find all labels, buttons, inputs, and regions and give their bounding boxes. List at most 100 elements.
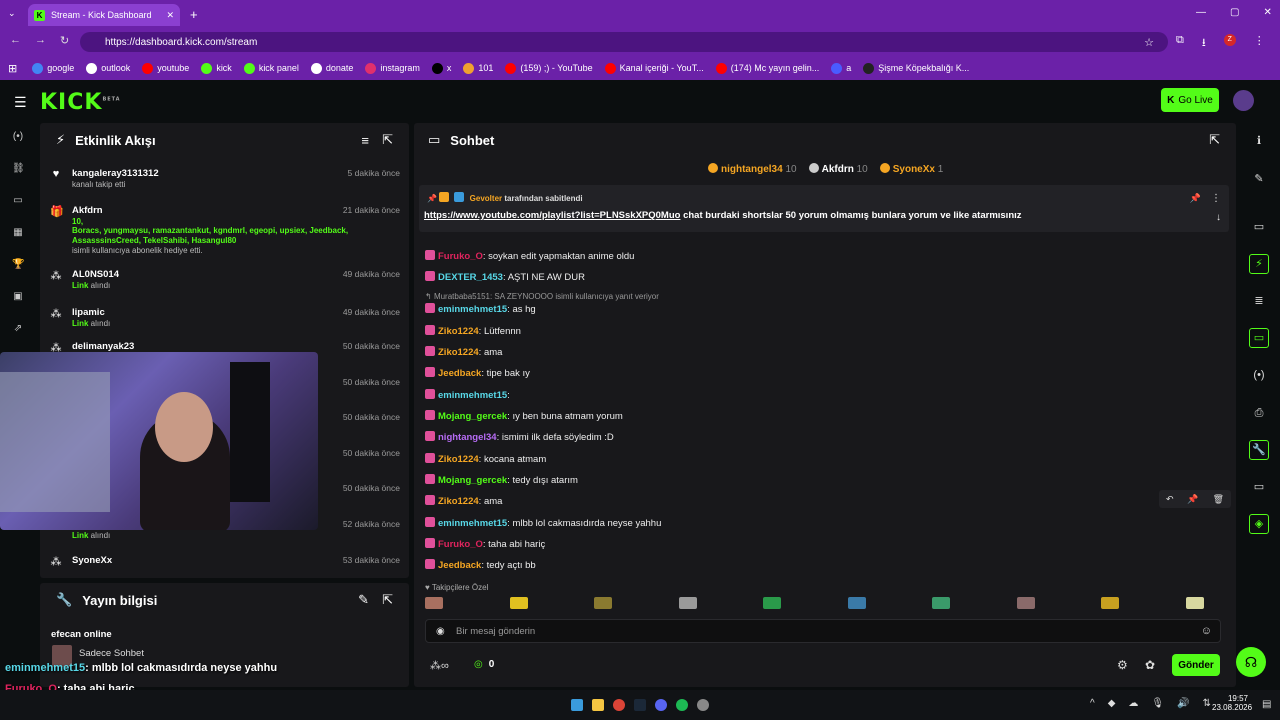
pinned-by-user[interactable]: Gevolter bbox=[470, 194, 502, 203]
discord-icon[interactable] bbox=[655, 699, 667, 711]
chrome-icon[interactable] bbox=[613, 699, 625, 711]
link-icon[interactable]: ⛓ bbox=[12, 163, 25, 175]
mic-icon[interactable]: 🎙 bbox=[1151, 698, 1164, 709]
close-tab-icon[interactable]: ✕ bbox=[166, 10, 174, 21]
chat-username[interactable]: Ziko1224 bbox=[438, 347, 479, 358]
bookmark-item[interactable]: kick bbox=[196, 62, 237, 74]
pin-message-icon[interactable]: 📌 bbox=[1187, 494, 1198, 505]
unpin-icon[interactable]: 📌 bbox=[1190, 193, 1201, 204]
download-icon[interactable]: ⭳ bbox=[1202, 34, 1206, 53]
chat-username[interactable]: Ziko1224 bbox=[438, 496, 479, 507]
popout-icon[interactable]: ⇱ bbox=[1209, 132, 1220, 148]
spotify-icon[interactable] bbox=[676, 699, 688, 711]
bookmark-item[interactable]: Şişme Köpekbalığı K... bbox=[858, 62, 974, 74]
filter-icon[interactable]: ≡ bbox=[361, 133, 369, 148]
more-options-icon[interactable]: ⋮ bbox=[1211, 193, 1221, 204]
video-icon[interactable]: ▣ bbox=[12, 291, 24, 303]
bookmark-item[interactable]: donate bbox=[306, 62, 359, 74]
monitor-icon[interactable]: ▭ bbox=[1252, 480, 1266, 494]
browser-tab[interactable]: K Stream - Kick Dashboard ✕ bbox=[28, 4, 180, 26]
new-tab-icon[interactable]: + bbox=[190, 7, 198, 22]
chat-username[interactable]: nightangel34 bbox=[438, 432, 497, 443]
emoji-icon[interactable]: ☺ bbox=[1201, 625, 1212, 637]
obs-icon[interactable] bbox=[697, 699, 709, 711]
forward-icon[interactable]: → bbox=[35, 34, 46, 47]
list-icon[interactable]: ≣ bbox=[1252, 294, 1266, 308]
hamburger-menu-icon[interactable]: ☰ bbox=[14, 94, 27, 111]
chat-message[interactable]: nightangel34: ismimi ilk defa söyledim :… bbox=[425, 431, 614, 443]
clock[interactable]: 19:57 23.08.2026 bbox=[1212, 694, 1252, 712]
chat-username[interactable]: Furuko_O bbox=[438, 539, 483, 550]
chat-username[interactable]: DEXTER_1453 bbox=[438, 272, 503, 283]
bookmark-star-icon[interactable]: ☆ bbox=[1144, 36, 1154, 49]
volume-icon[interactable]: 🔊 bbox=[1177, 698, 1189, 709]
activity-user[interactable]: SyoneXx bbox=[72, 555, 112, 566]
emote-icon[interactable] bbox=[425, 597, 443, 609]
edit-pencil-icon[interactable]: ✎ bbox=[1252, 172, 1266, 186]
activity-user[interactable]: AL0NS014 bbox=[72, 269, 119, 280]
activity-link[interactable]: Link bbox=[72, 531, 88, 540]
emote-icon[interactable] bbox=[763, 597, 781, 609]
bookmark-item[interactable]: google bbox=[27, 62, 79, 74]
chat-username[interactable]: Ziko1224 bbox=[438, 326, 479, 337]
url-input[interactable]: https://dashboard.kick.com/stream ☆ bbox=[80, 32, 1168, 52]
user-avatar[interactable] bbox=[1233, 90, 1254, 111]
lightning-icon[interactable]: ⚡ bbox=[1249, 254, 1269, 274]
emote-icon[interactable] bbox=[1185, 597, 1204, 609]
start-windows-icon[interactable] bbox=[571, 699, 583, 711]
printer-icon[interactable]: ⎙ bbox=[1252, 406, 1266, 420]
chat-username[interactable]: eminmehmet15 bbox=[438, 390, 507, 401]
stream-icon[interactable]: (•) bbox=[1252, 368, 1266, 382]
chart-line-icon[interactable]: ⇗ bbox=[12, 323, 24, 335]
back-icon[interactable]: ← bbox=[10, 34, 21, 47]
extensions-icon[interactable]: ⧉ bbox=[1176, 34, 1184, 53]
chat-settings-gear-icon[interactable]: ⚙ bbox=[1117, 658, 1128, 672]
reply-icon[interactable]: ↶ bbox=[1166, 494, 1174, 505]
network-icon[interactable]: ⇅ bbox=[1203, 698, 1211, 709]
bookmark-item[interactable]: (159) ;) - YouTube bbox=[500, 62, 597, 74]
analytics-icon[interactable]: ▦ bbox=[12, 227, 24, 239]
bookmark-item[interactable]: 101 bbox=[458, 62, 498, 74]
arrow-down-icon[interactable]: ↓ bbox=[1216, 212, 1221, 223]
apps-grid-icon[interactable]: ⊞ bbox=[8, 62, 17, 75]
chat-username[interactable]: Jeedback bbox=[438, 368, 481, 379]
popout-icon[interactable]: ⇱ bbox=[382, 132, 393, 148]
chat-message[interactable]: Mojang_gercek: tedy dışı atarım bbox=[425, 474, 578, 486]
chat-message[interactable]: DEXTER_1453: AŞTI NE AW DUR bbox=[425, 271, 585, 283]
activity-user[interactable]: lipamic bbox=[72, 307, 105, 318]
wrench-icon[interactable]: 🔧 bbox=[1249, 440, 1269, 460]
delete-icon[interactable]: 🗑 bbox=[1213, 494, 1224, 505]
chat-username[interactable]: Ziko1224 bbox=[438, 454, 479, 465]
emote-icon[interactable] bbox=[1101, 597, 1119, 609]
tag-icon[interactable]: ◈ bbox=[1249, 514, 1269, 534]
emote-icon[interactable] bbox=[509, 597, 528, 609]
emote-icon[interactable] bbox=[1016, 597, 1035, 609]
emote-icon[interactable] bbox=[847, 597, 866, 609]
stream-icon[interactable]: (•) bbox=[12, 131, 24, 143]
chat-username[interactable]: Mojang_gercek bbox=[438, 475, 507, 486]
browser-menu-icon[interactable]: ⋮ bbox=[1254, 34, 1265, 53]
chat-message-input[interactable]: ◉ Bir mesaj gönderin ☺ bbox=[425, 619, 1221, 643]
chat-username[interactable]: Furuko_O bbox=[438, 251, 483, 262]
chat-username[interactable]: eminmehmet15 bbox=[438, 304, 507, 315]
emote-icon[interactable] bbox=[932, 597, 950, 609]
cloud-icon[interactable]: ☁ bbox=[1128, 698, 1138, 709]
kick-logo[interactable]: KICKBETA bbox=[40, 90, 121, 115]
browser-window-icon[interactable]: ▭ bbox=[12, 195, 24, 207]
top-gifter[interactable]: Akfdrn 10 bbox=[808, 163, 868, 175]
activity-link[interactable]: Link bbox=[72, 281, 88, 290]
chat-username[interactable]: Jeedback bbox=[438, 560, 481, 571]
chat-message[interactable]: Furuko_O: taha abi hariç bbox=[425, 538, 545, 550]
top-gifter[interactable]: SyoneXx 1 bbox=[879, 163, 943, 175]
bookmark-item[interactable]: youtube bbox=[137, 62, 194, 74]
steam-icon[interactable] bbox=[634, 699, 646, 711]
activity-user[interactable]: delimanyak23 bbox=[72, 341, 134, 352]
edit-pencil-icon[interactable]: ✎ bbox=[358, 592, 369, 608]
emote-menu-icon[interactable]: ✿ bbox=[1145, 658, 1155, 672]
profile-icon[interactable]: Z bbox=[1223, 34, 1236, 46]
tab-search-icon[interactable]: ⌄ bbox=[8, 8, 16, 19]
minimize-icon[interactable]: — bbox=[1196, 7, 1206, 18]
emote-icon[interactable] bbox=[594, 597, 612, 609]
chat-message[interactable]: Furuko_O: soykan edit yapmaktan anime ol… bbox=[425, 250, 634, 262]
pinned-link[interactable]: https://www.youtube.com/playlist?list=PL… bbox=[424, 210, 680, 221]
